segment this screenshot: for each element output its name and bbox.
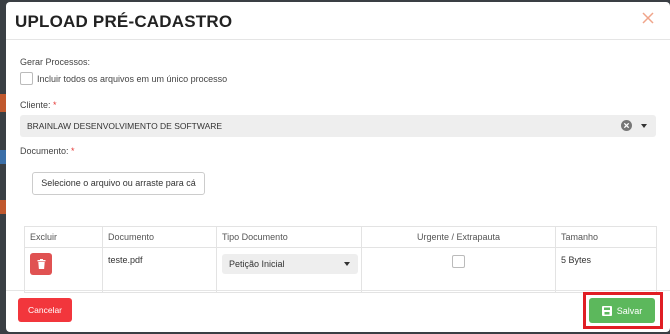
delete-button[interactable]: [30, 253, 52, 275]
upload-modal: UPLOAD PRÉ-CADASTRO Gerar Processos: Inc…: [6, 2, 670, 332]
excluir-cell: [24, 247, 103, 293]
tipo-documento-select[interactable]: Petição Inicial: [222, 254, 358, 274]
documento-cell: teste.pdf: [102, 247, 217, 293]
chevron-down-icon[interactable]: [641, 124, 647, 128]
header-urgente: Urgente / Extrapauta: [361, 226, 556, 248]
header-tipo-documento: Tipo Documento: [216, 226, 362, 248]
header-excluir: Excluir: [24, 226, 103, 248]
tipo-documento-value: Petição Inicial: [229, 259, 285, 269]
header-tamanho: Tamanho: [555, 226, 657, 248]
cancel-button[interactable]: Cancelar: [18, 298, 72, 322]
chevron-down-icon: [344, 262, 350, 266]
clear-icon[interactable]: [621, 120, 632, 131]
save-label: Salvar: [616, 305, 643, 316]
single-process-checkbox[interactable]: [20, 72, 33, 85]
documento-label: Documento: *: [20, 146, 75, 156]
gerar-processos-label: Gerar Processos:: [20, 57, 91, 67]
required-mark: *: [71, 146, 75, 156]
urgente-checkbox[interactable]: [452, 255, 465, 268]
trash-icon: [37, 259, 45, 269]
urgente-cell: [361, 247, 556, 293]
save-icon: [601, 305, 612, 316]
single-process-label: Incluir todos os arquivos em um único pr…: [37, 74, 228, 84]
cliente-select[interactable]: BRAINLAW DESENVOLVIMENTO DE SOFTWARE: [20, 115, 656, 137]
required-mark: *: [53, 100, 57, 110]
cliente-value: BRAINLAW DESENVOLVIMENTO DE SOFTWARE: [27, 121, 223, 131]
tamanho-cell: 5 Bytes: [555, 247, 657, 293]
files-table: Excluir Documento Tipo Documento Urgente…: [24, 226, 657, 293]
cliente-label: Cliente: *: [20, 100, 57, 110]
footer-divider: [6, 290, 670, 291]
save-button[interactable]: Salvar: [589, 298, 655, 323]
header-documento: Documento: [102, 226, 217, 248]
modal-header: UPLOAD PRÉ-CADASTRO: [6, 2, 670, 40]
tipo-cell: Petição Inicial: [216, 247, 362, 293]
modal-title: UPLOAD PRÉ-CADASTRO: [15, 12, 233, 31]
table-row: teste.pdf Petição Inicial 5 Bytes: [24, 247, 657, 293]
close-icon[interactable]: [640, 10, 656, 26]
file-upload-button[interactable]: Selecione o arquivo ou arraste para cá: [32, 172, 205, 195]
table-header-row: Excluir Documento Tipo Documento Urgente…: [24, 226, 657, 248]
